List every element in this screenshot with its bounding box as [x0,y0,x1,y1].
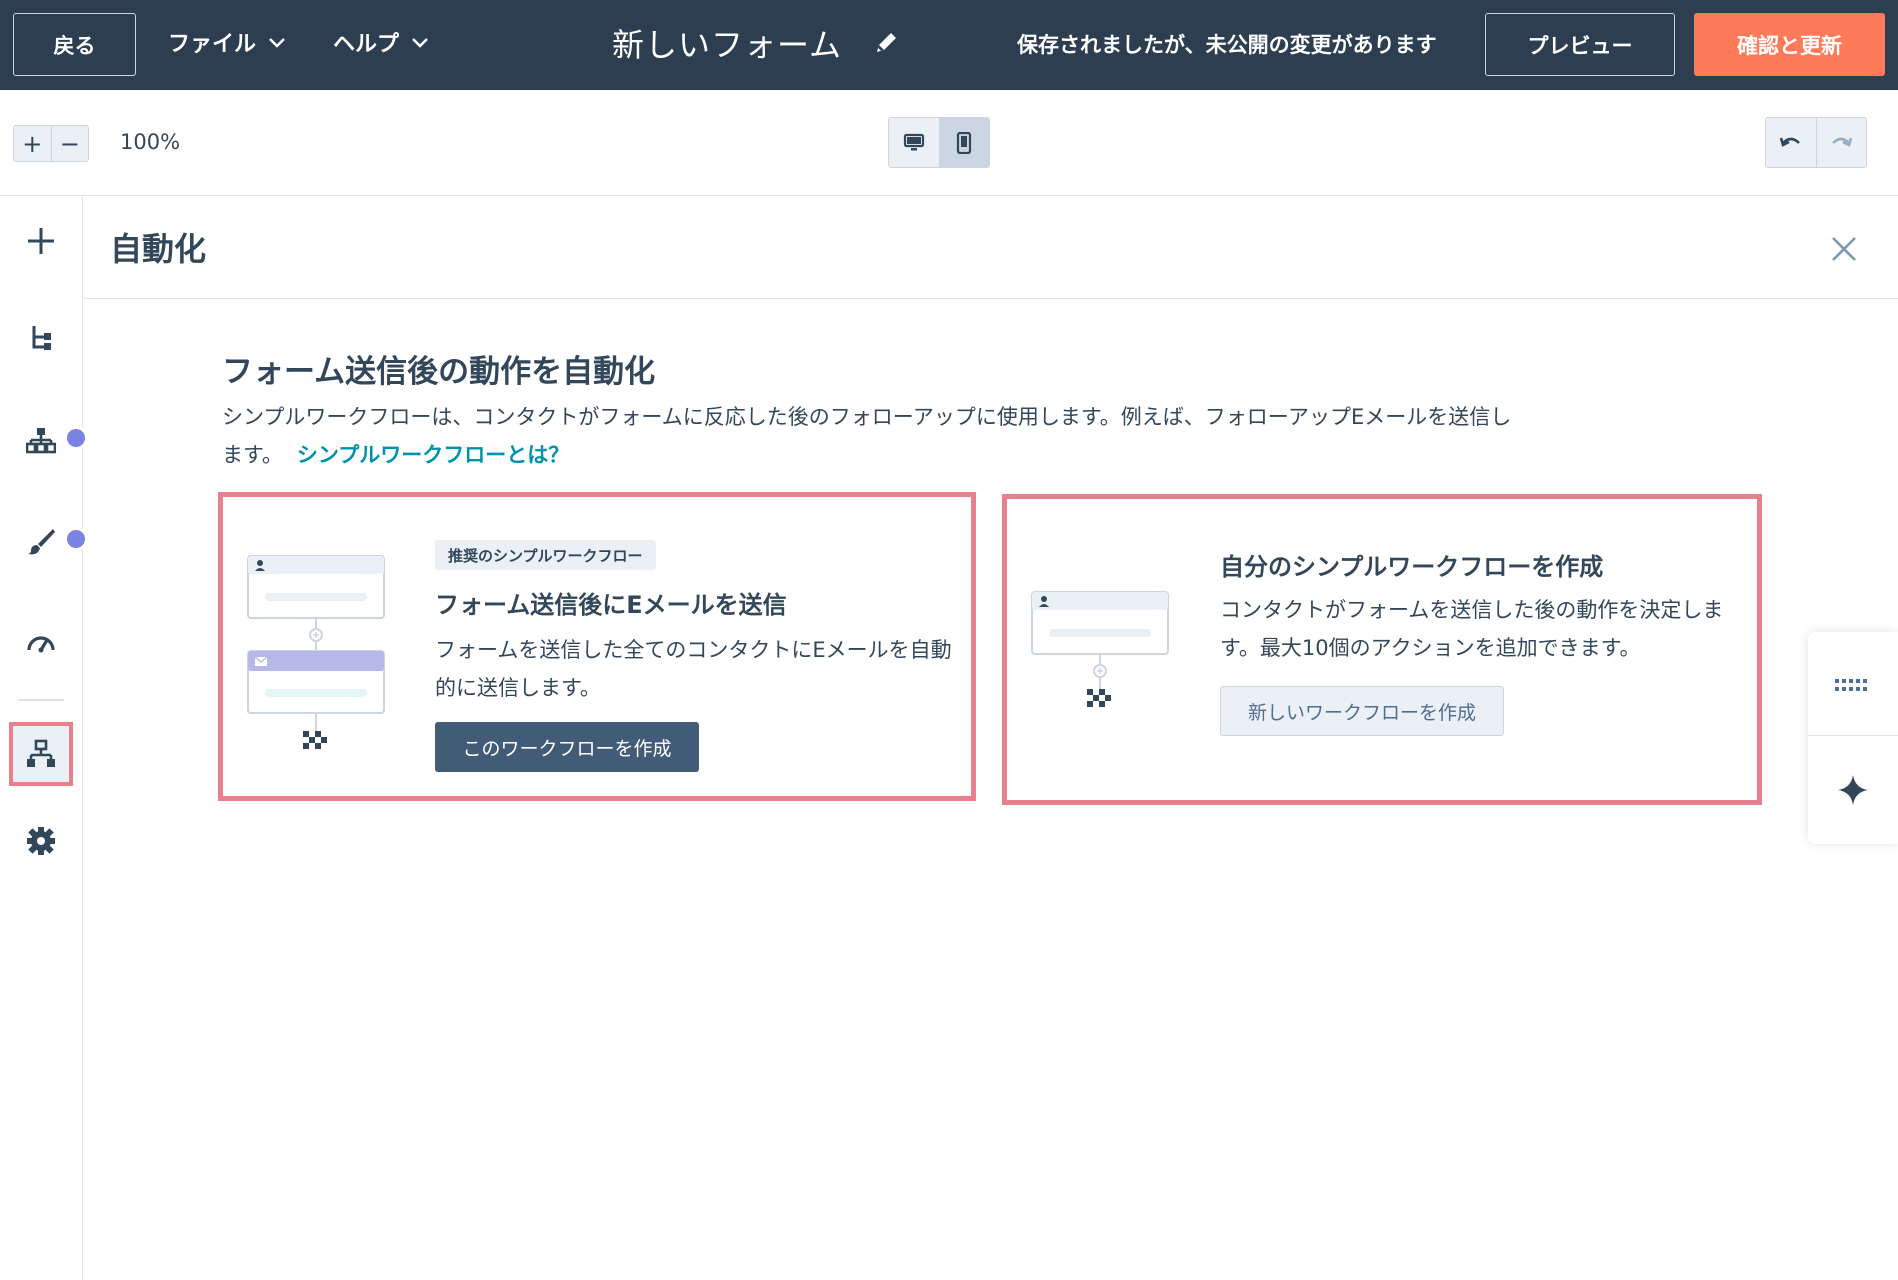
left-sidebar [0,196,88,1280]
chevron-down-icon [269,38,285,48]
pencil-icon[interactable] [872,29,900,57]
help-menu[interactable]: ヘルプ [333,26,431,58]
history-controls [1765,117,1867,168]
chevron-down-icon [412,38,428,48]
plus-icon [28,228,54,254]
add-field-button[interactable] [13,213,69,269]
brush-icon [28,529,55,555]
form-title-area: 新しいフォーム [612,20,900,66]
custom-workflow-illustration [1031,591,1169,707]
create-this-workflow-button[interactable]: このワークフローを作成 [435,722,699,772]
mobile-view-button[interactable] [938,118,989,167]
automation-button[interactable] [9,722,73,786]
review-and-update-button[interactable]: 確認と更新 [1694,13,1885,76]
undo-icon [1779,137,1800,147]
back-button[interactable]: 戻る [13,13,136,76]
recommended-badge: 推奨のシンプルワークフロー [435,540,656,570]
email-workflow-illustration [247,555,385,749]
branch-icon [32,326,51,350]
style-button[interactable] [13,513,69,569]
file-menu[interactable]: ファイル [168,26,288,58]
zoom-level: 100% [120,130,181,154]
sparkle-icon [1838,775,1868,805]
mobile-icon [957,131,972,154]
desktop-icon [903,133,924,150]
section-heading: フォーム送信後の動作を自動化 [222,354,656,390]
hierarchy-icon [26,428,56,454]
gauge-icon [27,636,55,653]
zoom-out-button[interactable]: − [50,126,89,161]
ai-assistant-button[interactable] [1808,740,1898,840]
section-description: シンプルワークフローは、コンタクトがフォームに反応した後のフォローアップに使用し… [222,398,1532,474]
device-toggle [888,117,990,168]
apps-launcher-button[interactable] [1808,636,1898,736]
floating-helper-widget [1808,632,1898,844]
zoom-controls: + − [13,125,89,162]
logic-indicator-dot [64,426,88,450]
file-menu-label: ファイル [168,32,257,57]
style-indicator-dot [64,527,88,551]
automation-panel-header: 自動化 [84,196,1898,299]
panel-title: 自動化 [110,230,207,268]
close-icon[interactable] [1829,234,1859,264]
top-bar: 戻る ファイル ヘルプ 新しいフォーム 保存されましたが、未公開の変更があります… [0,0,1898,90]
recommended-workflow-card: 推奨のシンプルワークフロー フォーム送信後にEメールを送信 フォームを送信した全… [218,492,976,801]
performance-button[interactable] [13,614,69,670]
what-is-simple-workflow-link[interactable]: シンプルワークフローとは？ [297,443,569,467]
sidebar-divider [18,699,64,701]
editor-toolbar: + − 100% [0,90,1898,196]
settings-button[interactable] [13,813,69,869]
custom-workflow-card: 自分のシンプルワークフローを作成 コンタクトがフォームを送信した後の動作を決定し… [1002,494,1762,805]
zoom-in-button[interactable]: + [14,126,51,161]
undo-button[interactable] [1766,118,1816,167]
card-title: フォーム送信後にEメールを送信 [435,591,787,619]
redo-button[interactable] [1815,118,1867,167]
card-description: フォームを送信した全てのコンタクトにEメールを自動的に送信します。 [435,638,952,700]
preview-button[interactable]: プレビュー [1485,13,1675,76]
workflow-icon [27,739,55,767]
new-workflow-button[interactable]: 新しいワークフローを作成 [1220,686,1504,736]
redo-icon [1832,137,1853,147]
form-structure-button[interactable] [13,310,69,366]
help-menu-label: ヘルプ [333,32,400,57]
desktop-view-button[interactable] [889,118,939,167]
logic-button[interactable] [13,412,69,468]
grid-dots-icon [1835,678,1867,691]
card-description: コンタクトがフォームを送信した後の動作を決定します。最大10個のアクションを追加… [1220,598,1724,660]
card-title: 自分のシンプルワークフローを作成 [1220,553,1604,581]
save-status: 保存されましたが、未公開の変更があります [1017,33,1437,57]
gear-icon [27,827,55,855]
form-title: 新しいフォーム [612,26,843,64]
